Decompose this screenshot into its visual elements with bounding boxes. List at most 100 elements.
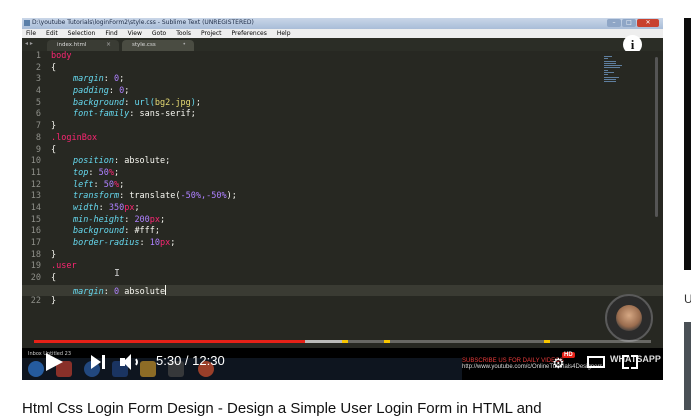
css-selector: .user: [51, 261, 77, 272]
chapter-marker: [342, 340, 348, 343]
css-value: absolute: [124, 156, 166, 167]
maximize-button[interactable]: □: [622, 19, 636, 27]
open-brace: {: [51, 62, 57, 73]
css-unit: px: [124, 202, 135, 213]
close-brace: }: [51, 121, 57, 132]
video-player[interactable]: D:\youtube Tutorials\loginForm2\style.cs…: [22, 18, 663, 380]
tab-nav-arrows-icon[interactable]: ◂ ▸: [25, 40, 33, 47]
css-property: top: [73, 167, 89, 178]
minimize-button[interactable]: –: [607, 19, 621, 27]
line-number: 3: [35, 74, 41, 85]
code-line-21-current: margin: 0 absolute: [22, 284, 663, 297]
volume-icon[interactable]: [120, 354, 144, 370]
sublime-app-icon: [24, 20, 30, 26]
menu-selection[interactable]: Selection: [68, 29, 96, 38]
css-property: position: [73, 156, 114, 167]
css-value: sans-serif: [139, 109, 191, 120]
css-arguments: -50%,-50%: [180, 191, 227, 202]
open-brace: {: [51, 273, 57, 284]
css-property: min-height: [73, 214, 125, 225]
subtitles-icon[interactable]: [587, 356, 605, 368]
hd-badge: HD: [562, 352, 575, 358]
chapter-marker: [544, 340, 550, 343]
css-property: margin: [73, 286, 104, 297]
tab-modified-dot-icon[interactable]: •: [182, 41, 186, 48]
open-brace: {: [51, 144, 57, 155]
menu-preferences[interactable]: Preferences: [232, 29, 267, 38]
css-number: 50: [98, 167, 109, 178]
css-property: margin: [73, 74, 104, 85]
fullscreen-icon[interactable]: [622, 355, 638, 369]
code-line-3: margin: 0;: [73, 74, 125, 85]
menu-file[interactable]: File: [26, 29, 36, 38]
play-icon[interactable]: [46, 353, 63, 371]
line-number: 18: [30, 249, 41, 260]
line-number: 19: [30, 261, 41, 272]
current-time: 5:30: [156, 353, 182, 368]
window-titlebar: D:\youtube Tutorials\loginForm2\style.cs…: [22, 18, 663, 29]
tab-index-html[interactable]: index.html ×: [47, 40, 119, 51]
menu-bar: File Edit Selection Find View Goto Tools…: [22, 29, 663, 38]
css-property: width: [73, 202, 99, 213]
sidebar-thumbnail[interactable]: [684, 322, 691, 410]
line-number: 10: [30, 156, 41, 167]
line-number: 5: [35, 97, 41, 108]
css-property: padding: [73, 86, 109, 97]
css-number: 200: [134, 214, 150, 225]
css-function: translate(: [129, 191, 181, 202]
menu-tools[interactable]: Tools: [176, 29, 191, 38]
code-line-9: {: [51, 145, 611, 157]
line-number-gutter: 1 2 3 4 5 6 7 8 9 10 11 12 13 14 15 16 1…: [22, 51, 44, 348]
window-controls: – □ ✕: [607, 19, 659, 27]
tab-label: index.html: [57, 42, 87, 48]
settings-gear-icon[interactable]: ⚙: [552, 357, 566, 371]
line-number: 4: [35, 86, 41, 97]
tab-close-icon[interactable]: ×: [106, 41, 111, 48]
code-line-11: top: 50%;: [73, 167, 120, 178]
line-number: 16: [30, 226, 41, 237]
menu-view[interactable]: View: [128, 29, 142, 38]
video-title[interactable]: Html Css Login Form Design - Design a Si…: [22, 400, 542, 417]
code-text[interactable]: body { margin: 0; padding: 0; background…: [22, 51, 663, 308]
line-number: 20: [30, 273, 41, 284]
close-button[interactable]: ✕: [637, 19, 659, 27]
close-brace: }: [51, 296, 57, 307]
css-function: url(: [134, 97, 155, 108]
progress-bar[interactable]: [34, 340, 651, 343]
line-number: 9: [35, 144, 41, 155]
css-number: 350: [108, 202, 125, 213]
avatar: [616, 305, 642, 331]
code-line-6: font-family: sans-serif;: [73, 109, 196, 120]
menu-find[interactable]: Find: [105, 29, 117, 38]
css-property: font-family: [73, 109, 130, 120]
css-selector: .loginBox: [51, 132, 98, 143]
css-property: background: [73, 97, 125, 108]
menu-goto[interactable]: Goto: [152, 29, 166, 38]
next-icon[interactable]: [91, 354, 107, 370]
code-line-15: min-height: 200px;: [73, 214, 166, 225]
tab-bar: ◂ ▸ index.html × style.css •: [22, 38, 663, 51]
sidebar-label: U: [684, 292, 691, 306]
menu-project[interactable]: Project: [201, 29, 222, 38]
close-brace: }: [51, 249, 57, 260]
code-line-20: {: [51, 273, 611, 285]
code-line-10: position: absolute;: [73, 156, 171, 167]
menu-edit[interactable]: Edit: [46, 29, 58, 38]
vertical-scrollbar[interactable]: [655, 57, 658, 217]
menu-help[interactable]: Help: [277, 29, 291, 38]
line-number: 22: [30, 296, 41, 307]
code-editor[interactable]: 1 2 3 4 5 6 7 8 9 10 11 12 13 14 15 16 1…: [22, 51, 663, 348]
code-line-4: padding: 0;: [73, 86, 130, 97]
line-number: 13: [30, 191, 41, 202]
line-number: 17: [30, 238, 41, 248]
sidebar-video-thumbnail[interactable]: [684, 18, 691, 270]
code-line-19: .user: [51, 261, 611, 273]
css-selector: body: [51, 51, 72, 61]
text-caret: [165, 284, 167, 295]
code-line-1: body: [51, 51, 611, 63]
channel-logo-badge: [605, 294, 653, 342]
tab-style-css[interactable]: style.css •: [122, 40, 194, 51]
window-title: D:\youtube Tutorials\loginForm2\style.cs…: [32, 19, 254, 26]
minimap[interactable]: [604, 56, 624, 86]
code-line-7: }: [51, 121, 611, 133]
